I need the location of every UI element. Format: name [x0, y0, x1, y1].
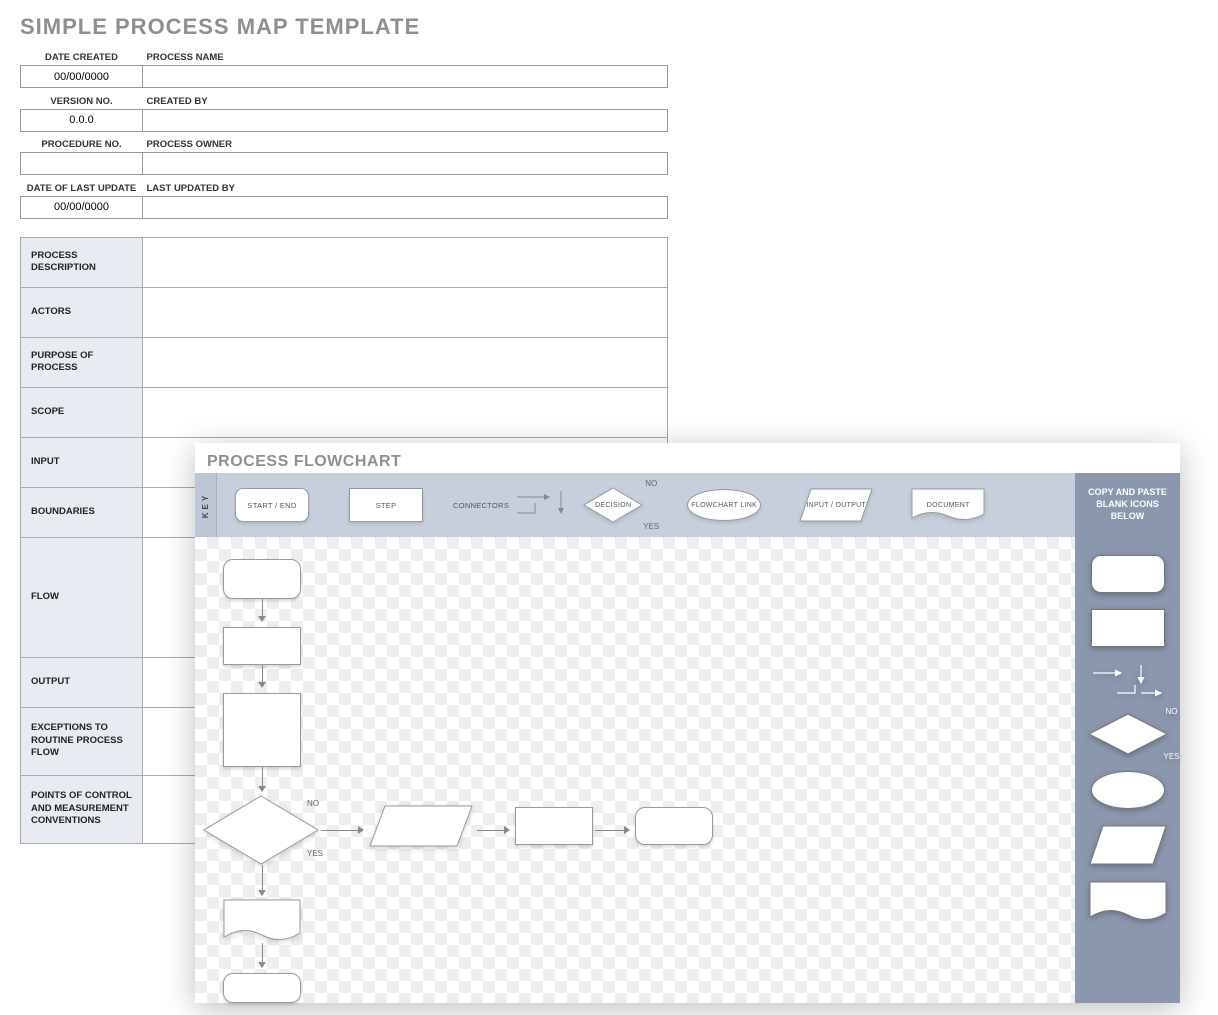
field-process-name[interactable] [143, 66, 668, 88]
key-label-step: STEP [376, 501, 397, 510]
key-shape-terminator: START / END [235, 488, 309, 522]
palette-decision-icon[interactable]: NO YES [1088, 713, 1168, 755]
copy-paste-banner: COPY AND PASTE BLANK ICONS BELOW [1075, 473, 1180, 537]
field-actors[interactable] [143, 287, 668, 337]
decision-yes-label: YES [643, 522, 659, 531]
label-procedure-no: PROCEDURE NO. [21, 135, 143, 153]
label-actors: ACTORS [21, 287, 143, 337]
palette-connectors-icon[interactable] [1091, 663, 1165, 697]
arrow-icon [477, 825, 509, 835]
arrow-icon [257, 599, 267, 621]
field-created-by[interactable] [143, 109, 668, 131]
field-last-updated-by[interactable] [143, 196, 668, 218]
canvas-io[interactable] [369, 805, 473, 847]
field-date-created[interactable]: 00/00/0000 [21, 66, 143, 88]
key-shape-connectors: CONNECTORS [453, 501, 509, 510]
arrow-icon [257, 865, 267, 895]
field-version-no[interactable]: 0.0.0 [21, 109, 143, 131]
field-procedure-no[interactable] [21, 153, 143, 175]
canvas-step-2[interactable] [223, 693, 301, 767]
field-scope[interactable] [143, 387, 668, 437]
key-connectors-icon [515, 487, 567, 523]
key-shape-link: FLOWCHART LINK [687, 489, 761, 521]
field-date-last-update[interactable]: 00/00/0000 [21, 196, 143, 218]
key-label-link: FLOWCHART LINK [691, 502, 757, 509]
decision-no-label: NO [645, 479, 657, 488]
label-output: OUTPUT [21, 657, 143, 707]
palette-step-icon[interactable] [1091, 609, 1165, 647]
flowchart-panel: PROCESS FLOWCHART KEY START / END STEP C… [195, 443, 1180, 1003]
palette-yes-label: YES [1163, 752, 1179, 761]
page-title: SIMPLE PROCESS MAP TEMPLATE [0, 0, 1218, 48]
canvas-document[interactable] [223, 899, 301, 943]
canvas-yes-label: YES [307, 849, 323, 858]
label-process-name: PROCESS NAME [143, 48, 668, 66]
key-shape-io: INPUT / OUTPUT [799, 488, 873, 522]
palette-no-label: NO [1166, 707, 1178, 716]
label-version-no: VERSION NO. [21, 92, 143, 110]
label-scope: SCOPE [21, 387, 143, 437]
canvas-decision[interactable] [203, 795, 319, 865]
shape-palette: NO YES [1075, 537, 1180, 1003]
label-date-created: DATE CREATED [21, 48, 143, 66]
label-flow: FLOW [21, 537, 143, 657]
field-process-description[interactable] [143, 237, 668, 287]
key-label-decision: DECISION [595, 502, 631, 509]
palette-document-icon[interactable] [1089, 881, 1167, 923]
key-tab: KEY [195, 473, 217, 537]
arrow-icon [321, 825, 363, 835]
key-shape-decision: DECISION NO YES [583, 487, 643, 523]
label-purpose: PURPOSE OF PROCESS [21, 337, 143, 387]
key-tab-label: KEY [201, 492, 210, 517]
canvas-terminator-1[interactable] [223, 559, 301, 599]
canvas-step-1[interactable] [223, 627, 301, 665]
label-boundaries: BOUNDARIES [21, 487, 143, 537]
canvas-terminator-2[interactable] [635, 807, 713, 845]
palette-io-icon[interactable] [1089, 825, 1167, 865]
key-label-terminator: START / END [247, 501, 296, 510]
arrow-icon [257, 943, 267, 967]
arrow-icon [257, 767, 267, 791]
key-label-connectors: CONNECTORS [453, 501, 509, 510]
label-points-of-control: POINTS OF CONTROL AND MEASUREMENT CONVEN… [21, 775, 143, 843]
label-created-by: CREATED BY [143, 92, 668, 110]
label-exceptions: EXCEPTIONS TO ROUTINE PROCESS FLOW [21, 707, 143, 775]
field-purpose[interactable] [143, 337, 668, 387]
arrow-icon [257, 665, 267, 687]
field-process-owner[interactable] [143, 153, 668, 175]
key-label-document: DOCUMENT [927, 502, 970, 509]
label-process-owner: PROCESS OWNER [143, 135, 668, 153]
metadata-table: DATE CREATED PROCESS NAME 00/00/0000 VER… [20, 48, 668, 219]
canvas-no-label: NO [307, 799, 319, 808]
key-shape-step: STEP [349, 488, 423, 522]
flowchart-key-bar: KEY START / END STEP CONNECTORS DECISIO [195, 473, 1180, 537]
palette-terminator-icon[interactable] [1091, 555, 1165, 593]
label-input: INPUT [21, 437, 143, 487]
label-process-description: PROCESS DESCRIPTION [21, 237, 143, 287]
key-shape-document: DOCUMENT [911, 488, 985, 522]
key-label-io: INPUT / OUTPUT [806, 502, 866, 509]
arrow-icon [595, 825, 629, 835]
flowchart-canvas[interactable]: NO YES [195, 537, 1075, 1003]
canvas-step-3[interactable] [515, 807, 593, 845]
palette-link-icon[interactable] [1091, 771, 1165, 809]
canvas-terminator-3[interactable] [223, 973, 301, 1003]
label-date-last-update: DATE OF LAST UPDATE [21, 179, 143, 197]
label-last-updated-by: LAST UPDATED BY [143, 179, 668, 197]
flowchart-title: PROCESS FLOWCHART [195, 443, 1180, 473]
